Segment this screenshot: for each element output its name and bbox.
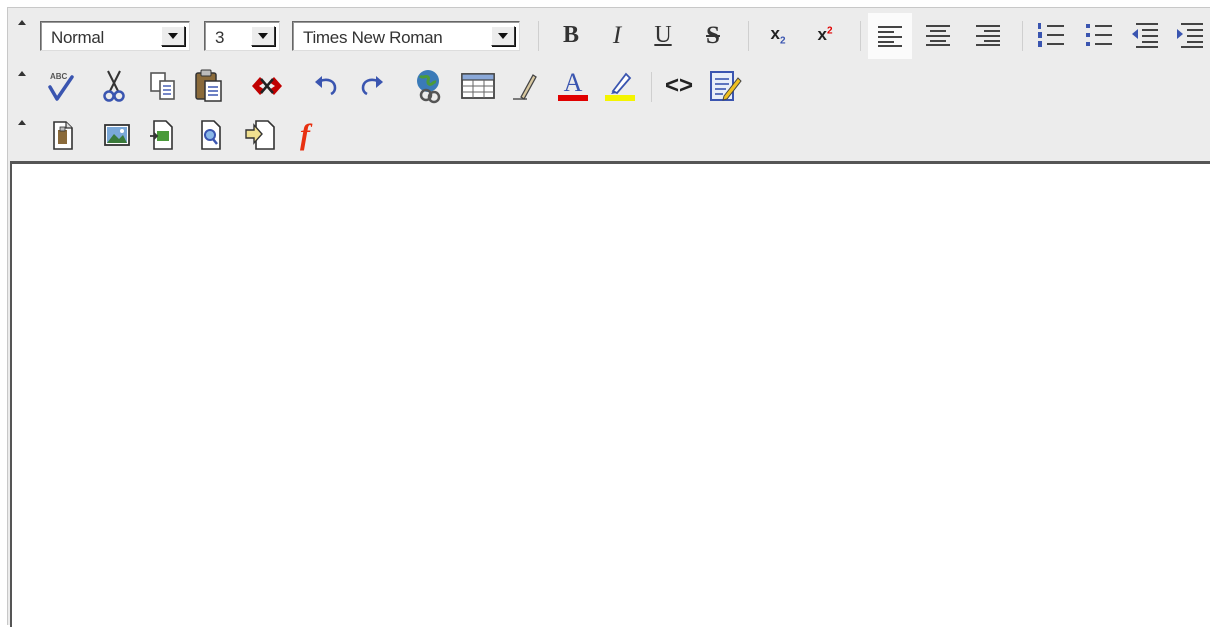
edit-note-icon <box>710 71 742 101</box>
preview-icon <box>201 120 221 150</box>
insert-document-button[interactable] <box>145 115 181 155</box>
cut-icon <box>103 70 125 102</box>
font-color-icon: A <box>558 68 588 101</box>
source-code-icon: <> <box>664 72 694 99</box>
font-size-value: 3 <box>215 28 225 47</box>
redo-button[interactable] <box>354 66 390 106</box>
subscript-mark: 2 <box>779 35 786 47</box>
superscript-button[interactable]: x2 <box>807 15 843 55</box>
chevron-down-icon[interactable] <box>161 26 185 46</box>
strikethrough-button[interactable]: S <box>695 15 731 55</box>
superscript-mark: 2 <box>826 25 833 37</box>
flash-button[interactable]: f <box>287 115 323 155</box>
preview-button[interactable] <box>193 115 229 155</box>
paragraph-format-select[interactable]: Normal <box>40 21 190 51</box>
highlight-icon <box>605 71 635 101</box>
edit-note-button[interactable] <box>708 66 744 106</box>
align-center-icon <box>926 25 950 46</box>
underline-button[interactable]: U <box>645 15 681 55</box>
undo-button[interactable] <box>308 66 344 106</box>
italic-button[interactable]: I <box>599 15 635 55</box>
insert-file-icon <box>53 121 73 150</box>
toolbar-row-insert: f <box>8 112 1210 158</box>
font-color-letter: A <box>563 68 583 97</box>
copy-icon <box>150 72 175 100</box>
unordered-list-button[interactable] <box>1081 15 1117 55</box>
insert-template-button[interactable] <box>242 115 278 155</box>
link-icon <box>417 70 441 104</box>
table-button[interactable] <box>460 66 496 106</box>
toolbar-row-formatting: Normal 3 Times New Roman B I U S x2 x2 <box>8 12 1210 59</box>
insert-template-icon <box>245 120 275 150</box>
copy-button[interactable] <box>145 66 181 106</box>
insert-document-icon <box>150 120 173 150</box>
align-center-button[interactable] <box>920 15 956 55</box>
toolbar-separator <box>860 21 861 51</box>
collapse-row-icon[interactable] <box>18 20 26 25</box>
spellcheck-icon: ABC <box>48 72 74 101</box>
toolbar-separator <box>538 21 539 51</box>
font-family-value: Times New Roman <box>303 28 443 47</box>
spellcheck-button[interactable]: ABC <box>44 66 80 106</box>
undo-icon <box>315 76 337 96</box>
source-code-button[interactable]: <> <box>661 66 697 106</box>
ordered-list-icon <box>1038 23 1064 47</box>
subscript-letter: x <box>770 23 780 43</box>
ordered-list-button[interactable] <box>1033 15 1069 55</box>
unordered-list-icon <box>1086 24 1112 46</box>
font-size-select[interactable]: 3 <box>204 21 280 51</box>
subscript-button[interactable]: x2 <box>760 15 796 55</box>
align-left-icon <box>878 26 902 47</box>
draw-icon <box>513 74 537 100</box>
editor-content-area[interactable] <box>10 161 1210 627</box>
cut-button[interactable] <box>96 66 132 106</box>
toolbar: Normal 3 Times New Roman B I U S x2 x2 A… <box>8 8 1210 161</box>
chevron-down-icon[interactable] <box>491 26 515 46</box>
subscript-icon: x2 <box>770 24 785 46</box>
insert-image-button[interactable] <box>99 115 135 155</box>
chevron-down-icon[interactable] <box>251 26 275 46</box>
bold-button[interactable]: B <box>553 15 589 55</box>
collapse-row-icon[interactable] <box>18 120 26 125</box>
toolbar-row-editing: ABC A <> <box>8 63 1210 109</box>
font-family-select[interactable]: Times New Roman <box>292 21 520 51</box>
rich-text-editor: Normal 3 Times New Roman B I U S x2 x2 A… <box>7 7 1210 627</box>
toolbar-separator <box>1022 21 1023 51</box>
italic-icon: I <box>612 21 622 49</box>
superscript-letter: x <box>817 25 827 44</box>
draw-button[interactable] <box>506 66 542 106</box>
paste-button[interactable] <box>191 66 227 106</box>
table-icon <box>461 73 495 99</box>
align-right-button[interactable] <box>970 15 1006 55</box>
toolbar-separator <box>748 21 749 51</box>
insert-file-button[interactable] <box>45 115 81 155</box>
paragraph-format-value: Normal <box>51 28 104 47</box>
align-left-button[interactable] <box>868 13 912 59</box>
highlight-swatch <box>605 95 635 101</box>
font-color-button[interactable]: A <box>555 66 591 106</box>
align-right-icon <box>976 25 1000 46</box>
outdent-button[interactable] <box>1127 15 1163 55</box>
redo-icon <box>361 76 383 96</box>
spellcheck-label: ABC <box>50 72 68 81</box>
link-button[interactable] <box>412 66 448 106</box>
toolbar-separator <box>651 72 652 102</box>
highlight-button[interactable] <box>602 66 638 106</box>
indent-button[interactable] <box>1172 15 1208 55</box>
highlighter-pen-icon <box>611 72 632 95</box>
unlink-button[interactable] <box>249 66 285 106</box>
indent-icon <box>1177 23 1203 48</box>
unlink-icon <box>252 77 282 95</box>
outdent-icon <box>1132 23 1158 48</box>
insert-image-icon <box>104 124 130 146</box>
paste-icon <box>195 69 222 102</box>
superscript-icon: x2 <box>817 25 832 45</box>
font-color-swatch <box>558 95 588 101</box>
collapse-row-icon[interactable] <box>18 71 26 76</box>
underline-icon: U <box>654 22 672 48</box>
flash-icon: f <box>300 118 310 151</box>
strikethrough-icon: S <box>706 21 720 49</box>
bold-icon: B <box>562 22 579 48</box>
